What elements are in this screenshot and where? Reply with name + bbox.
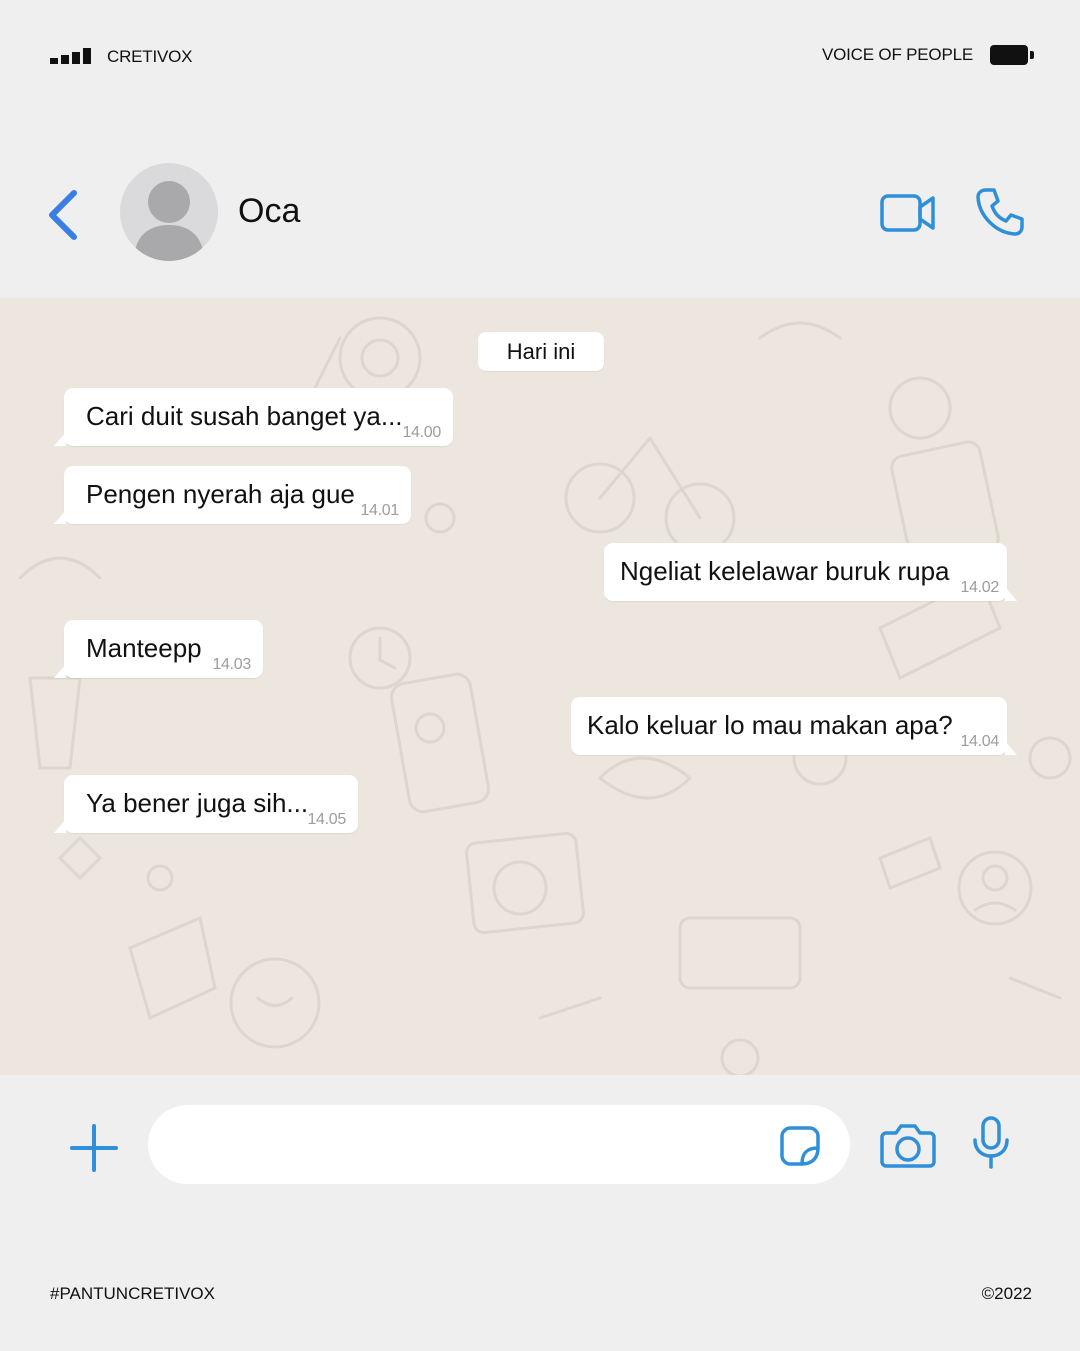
video-camera-icon: [880, 194, 935, 232]
message-time: 14.04: [960, 733, 999, 750]
message-time: 14.01: [360, 502, 399, 519]
signal-bars-icon: [50, 48, 94, 64]
video-call-button[interactable]: [878, 190, 938, 236]
back-button[interactable]: [44, 188, 84, 242]
message-time: 14.03: [212, 656, 251, 673]
message-input-container: [148, 1105, 850, 1186]
message-text: Manteepp: [86, 633, 202, 663]
message-time: 14.00: [402, 424, 441, 441]
camera-button[interactable]: [880, 1121, 936, 1169]
contact-name[interactable]: Oca: [238, 192, 300, 231]
message-incoming[interactable]: Pengen nyerah aja gue 14.01: [54, 466, 411, 524]
microphone-icon: [973, 1116, 1009, 1169]
attach-button[interactable]: [70, 1124, 118, 1172]
message-incoming[interactable]: Ya bener juga sih... 14.05: [54, 775, 358, 833]
message-outgoing[interactable]: Ngeliat kelelawar buruk rupa 14.02: [604, 543, 1017, 601]
hashtag-footer: #PANTUNCRETIVOX: [50, 1284, 215, 1303]
copyright-footer: ©2022: [981, 1284, 1032, 1303]
message-text: Kalo keluar lo mau makan apa?: [587, 710, 953, 740]
default-avatar-icon: [134, 181, 204, 261]
day-separator-badge: Hari ini: [478, 332, 604, 371]
message-text: Ngeliat kelelawar buruk rupa: [620, 556, 950, 586]
sticker-icon: [780, 1126, 820, 1166]
message-incoming[interactable]: Manteepp 14.03: [54, 620, 263, 678]
chat-header: Oca: [0, 150, 1080, 280]
voice-note-button[interactable]: [972, 1116, 1010, 1170]
chat-area[interactable]: Hari ini Cari duit susah banget ya... 14…: [0, 298, 1080, 1075]
chevron-left-icon: [49, 190, 77, 240]
message-outgoing[interactable]: Kalo keluar lo mau makan apa? 14.04: [571, 697, 1017, 755]
message-incoming[interactable]: Cari duit susah banget ya... 14.00: [54, 388, 453, 446]
camera-icon: [880, 1124, 936, 1168]
message-text: Cari duit susah banget ya...: [86, 401, 403, 431]
status-right-text: VOICE OF PEOPLE: [822, 45, 973, 64]
plus-icon: [70, 1124, 118, 1172]
sticker-button[interactable]: [780, 1126, 820, 1166]
status-bar: CRETIVOX VOICE OF PEOPLE: [50, 36, 1034, 76]
message-text: Pengen nyerah aja gue: [86, 479, 355, 509]
phone-icon: [976, 188, 1024, 236]
message-time: 14.02: [960, 579, 999, 596]
voice-call-button[interactable]: [974, 186, 1026, 238]
contact-avatar[interactable]: [120, 163, 218, 261]
message-time: 14.05: [307, 811, 346, 828]
battery-full-icon: [990, 45, 1034, 65]
carrier-name: CRETIVOX: [107, 47, 193, 66]
message-input[interactable]: [178, 1105, 762, 1186]
message-text: Ya bener juga sih...: [86, 788, 309, 818]
